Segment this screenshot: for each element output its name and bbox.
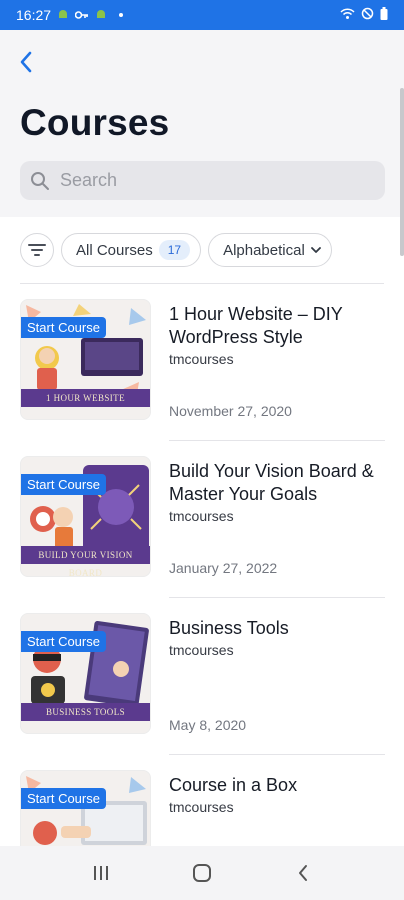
sort-dropdown[interactable]: Alphabetical: [208, 233, 332, 267]
course-thumbnail[interactable]: Start Course BUSINESS TOOLS: [20, 613, 151, 734]
system-back-button[interactable]: [283, 853, 323, 893]
course-thumbnail[interactable]: Start Course 1 HOUR WEBSITE: [20, 299, 151, 420]
android-icon: [95, 7, 107, 23]
thumbnail-caption: BUSINESS TOOLS: [21, 703, 150, 721]
course-title[interactable]: Business Tools: [169, 617, 379, 640]
home-icon: [192, 864, 211, 882]
sort-label: Alphabetical: [223, 241, 305, 259]
thumbnail-caption: 1 HOUR WEBSITE: [21, 389, 150, 407]
notification-dot-icon: [119, 13, 124, 17]
status-time: 16:27: [16, 7, 52, 23]
header: Courses: [0, 30, 404, 217]
android-icon: [57, 7, 69, 23]
search-input[interactable]: [60, 170, 360, 191]
all-courses-filter[interactable]: All Courses 17: [61, 233, 202, 267]
course-thumbnail[interactable]: Start Course BUILD YOUR VISION BOARD: [20, 456, 151, 577]
filter-button[interactable]: [20, 233, 54, 267]
home-button[interactable]: [182, 853, 222, 893]
scrollbar[interactable]: [400, 88, 404, 256]
course-count-badge: 17: [158, 240, 191, 260]
course-item[interactable]: Start Course 1 HOUR WEBSITE 1 Hour Websi…: [0, 284, 404, 441]
key-icon: [74, 7, 89, 23]
start-course-badge: Start Course: [21, 317, 106, 338]
course-list: Start Course 1 HOUR WEBSITE 1 Hour Websi…: [0, 284, 404, 900]
course-title[interactable]: Course in a Box: [169, 774, 379, 797]
course-title[interactable]: Build Your Vision Board & Master Your Go…: [169, 460, 379, 506]
page-title: Courses: [20, 102, 170, 143]
recents-icon: [93, 866, 108, 880]
back-button[interactable]: [12, 48, 40, 76]
course-date: May 8, 2020: [169, 717, 247, 733]
course-item[interactable]: Start Course BUILD YOUR VISION BOARD Bui…: [0, 441, 404, 598]
status-bar: 16:27: [0, 0, 404, 30]
filter-icon: [28, 244, 46, 256]
chevron-down-icon: [310, 246, 321, 253]
battery-icon: [380, 7, 388, 23]
course-author: tmcourses: [169, 799, 234, 815]
start-course-badge: Start Course: [21, 631, 106, 652]
all-courses-label: All Courses: [76, 241, 153, 259]
course-author: tmcourses: [169, 351, 234, 367]
dnd-icon: [361, 7, 374, 23]
course-author: tmcourses: [169, 508, 234, 524]
chevron-left-icon: [20, 51, 32, 73]
start-course-badge: Start Course: [21, 788, 106, 809]
recents-button[interactable]: [81, 853, 121, 893]
search-icon: [31, 171, 49, 190]
filter-row: All Courses 17 Alphabetical: [20, 233, 332, 267]
system-nav-bar: [0, 846, 404, 900]
course-date: November 27, 2020: [169, 403, 292, 419]
wifi-icon: [340, 7, 355, 23]
search-bar[interactable]: [20, 161, 385, 200]
course-title[interactable]: 1 Hour Website – DIY WordPress Style: [169, 303, 379, 349]
course-author: tmcourses: [169, 642, 234, 658]
thumbnail-caption: BUILD YOUR VISION BOARD: [21, 546, 150, 576]
start-course-badge: Start Course: [21, 474, 106, 495]
chevron-left-icon: [299, 865, 308, 881]
course-item[interactable]: Start Course BUSINESS TOOLS Business Too…: [0, 598, 404, 755]
course-date: January 27, 2022: [169, 560, 278, 576]
